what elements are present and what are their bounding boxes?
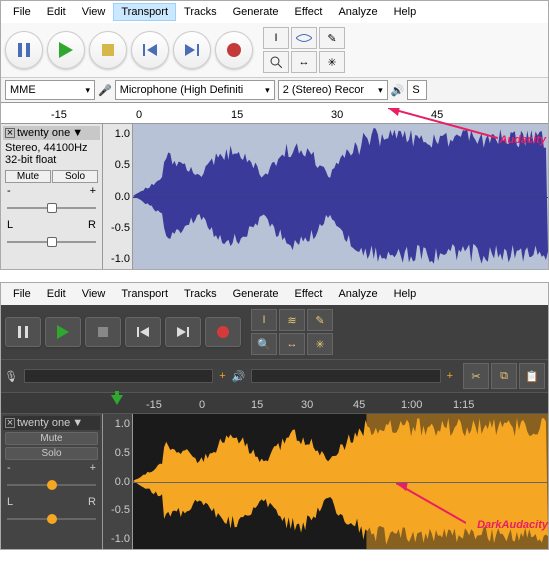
menu-tracks[interactable]: Tracks [176,3,225,21]
timeline-ruler[interactable]: -15 0 15 30 45 1:00 1:15 [1,392,548,414]
darkaudacity-app: File Edit View Transport Tracks Generate… [0,282,549,550]
vscale: 1.0 0.5 0.0 -0.5 -1.0 [103,124,133,269]
copy-button[interactable]: ⧉ [491,363,517,389]
zoom-tool[interactable]: 🔍 [251,333,277,355]
draw-tool[interactable]: ✎ [319,27,345,49]
close-icon[interactable]: × [5,418,15,428]
pause-button[interactable] [5,31,43,69]
track-name: twenty one [17,127,70,139]
mute-button[interactable]: Mute [5,432,98,445]
solo-button[interactable]: Solo [52,170,98,183]
track-name: twenty one [17,417,70,429]
playhead-pin-icon[interactable] [111,391,123,405]
device-dropdown[interactable]: Microphone (High Definiti▾ [115,80,275,100]
play-meter[interactable] [251,369,440,383]
timeshift-tool[interactable]: ↔ [279,333,305,355]
rec-meter[interactable] [24,369,213,383]
menu-transport[interactable]: Transport [113,285,176,303]
track-panel: × twenty one ▼ Mute Solo -+ LR [1,414,103,549]
menu-analyze[interactable]: Analyze [330,3,385,21]
multi-tool[interactable]: ✳ [319,51,345,73]
tools-grid: I ≋ ✎ 🔍 ↔ ✳ [251,309,333,355]
track-header[interactable]: × twenty one ▼ [3,416,100,430]
track-header[interactable]: × twenty one ▼ [3,126,100,140]
menu-effect[interactable]: Effect [287,285,331,303]
menu-bar: File Edit View Transport Tracks Generate… [1,1,548,23]
envelope-tool[interactable] [291,27,317,49]
menu-effect[interactable]: Effect [287,3,331,21]
stop-button[interactable] [85,317,121,347]
gain-slider[interactable] [7,478,96,492]
track-row: × twenty one ▼ Mute Solo -+ LR 1.0 0.5 0… [1,414,548,549]
speaker-icon: 🔊 [391,84,405,97]
pause-button[interactable] [5,317,41,347]
skip-end-button[interactable] [173,31,211,69]
menu-help[interactable]: Help [386,3,425,21]
zoom-tool[interactable] [263,51,289,73]
play-button[interactable] [47,31,85,69]
transport-toolbar: I ✎ ↔ ✳ [1,23,548,77]
edit-toolbar: ✂ ⧉ 📋 [463,363,545,389]
menu-generate[interactable]: Generate [225,3,287,21]
solo-button[interactable]: Solo [5,447,98,460]
record-button[interactable] [215,31,253,69]
multi-tool[interactable]: ✳ [307,333,333,355]
skip-start-button[interactable] [131,31,169,69]
stop-button[interactable] [89,31,127,69]
close-icon[interactable]: × [5,128,15,138]
chevron-down-icon[interactable]: ▼ [72,417,83,429]
vscale: 1.0 0.5 0.0 -0.5 -1.0 [103,414,133,549]
device-toolbar: MME▾ 🎤 Microphone (High Definiti▾ 2 (Ste… [1,77,548,102]
play-button[interactable] [45,317,81,347]
menu-edit[interactable]: Edit [39,285,74,303]
menu-file[interactable]: File [5,285,39,303]
pan-slider[interactable] [7,512,96,526]
menu-file[interactable]: File [5,3,39,21]
menu-view[interactable]: View [74,3,114,21]
skip-end-button[interactable] [165,317,201,347]
pan-slider[interactable] [7,235,96,249]
transport-toolbar: I ≋ ✎ 🔍 ↔ ✳ [1,305,548,359]
record-button[interactable] [205,317,241,347]
timeshift-tool[interactable]: ↔ [291,51,317,73]
meter-toolbar: 🎙 + 🔊 + ✂ ⧉ 📋 [1,359,548,392]
channels-dropdown[interactable]: 2 (Stereo) Recor▾ [278,80,388,100]
skip-start-button[interactable] [125,317,161,347]
output-dropdown[interactable]: S [407,80,427,100]
mic-icon: 🎤 [98,84,112,97]
mic-icon: 🎙 [4,370,18,383]
gain-slider[interactable] [7,201,96,215]
tools-grid: I ✎ ↔ ✳ [263,27,345,73]
menu-help[interactable]: Help [386,285,425,303]
menu-transport[interactable]: Transport [113,3,176,21]
host-dropdown[interactable]: MME▾ [5,80,95,100]
track-panel: × twenty one ▼ Stereo, 44100Hz 32-bit fl… [1,124,103,269]
cut-button[interactable]: ✂ [463,363,489,389]
menu-tracks[interactable]: Tracks [176,285,225,303]
envelope-tool[interactable]: ≋ [279,309,305,331]
menu-generate[interactable]: Generate [225,285,287,303]
selection-tool[interactable]: I [263,27,289,49]
menu-edit[interactable]: Edit [39,3,74,21]
chevron-down-icon[interactable]: ▼ [72,127,83,139]
speaker-icon: 🔊 [232,370,246,383]
menu-bar: File Edit View Transport Tracks Generate… [1,283,548,305]
paste-button[interactable]: 📋 [519,363,545,389]
mute-button[interactable]: Mute [5,170,51,183]
audacity-app: File Edit View Transport Tracks Generate… [0,0,549,270]
menu-analyze[interactable]: Analyze [330,285,385,303]
track-info: Stereo, 44100Hz 32-bit float [3,140,100,168]
menu-view[interactable]: View [74,285,114,303]
draw-tool[interactable]: ✎ [307,309,333,331]
selection-tool[interactable]: I [251,309,277,331]
